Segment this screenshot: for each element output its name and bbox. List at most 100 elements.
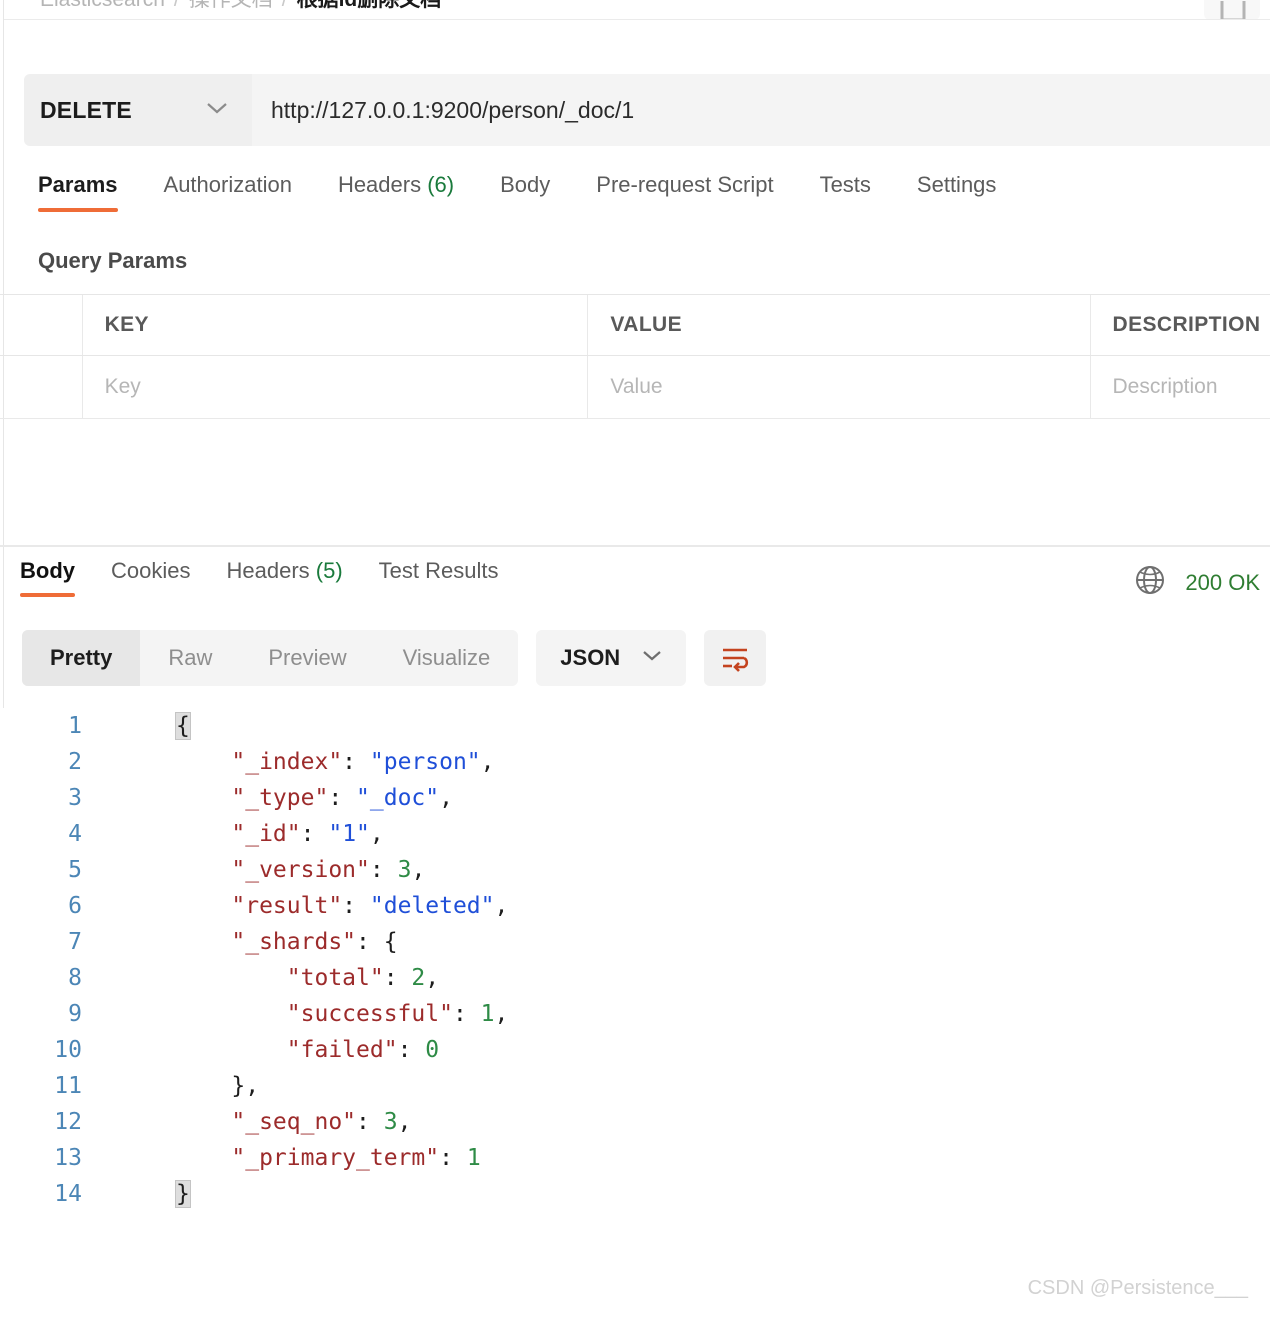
pane-divider[interactable]: [0, 545, 1270, 547]
code-text: "_primary_term": 1: [231, 1145, 481, 1171]
line-number: 7: [68, 929, 82, 955]
code-text: "result": "deleted",: [231, 893, 509, 919]
view-mode-preview[interactable]: Preview: [240, 630, 374, 686]
table-row[interactable]: Key Value Description: [0, 356, 1270, 418]
http-method-label: DELETE: [40, 96, 132, 123]
tab-pre-request-script[interactable]: Pre-request Script: [596, 172, 773, 212]
code-line: 8 "total": 2,: [0, 960, 508, 996]
code-text: },: [231, 1073, 260, 1099]
header-value: VALUE: [588, 295, 1091, 355]
line-number: 12: [54, 1109, 82, 1135]
breadcrumb-separator-1: /: [174, 0, 180, 11]
view-mode-pretty[interactable]: Pretty: [22, 630, 141, 686]
request-tab-bar: Params Authorization Headers (6) Body Pr…: [0, 172, 1270, 228]
http-method-select[interactable]: DELETE: [24, 74, 252, 146]
code-line: 3 "_type": "_doc",: [0, 780, 508, 816]
code-text: "_shards": {: [231, 929, 398, 955]
code-text: "total": 2,: [286, 965, 440, 991]
response-tab-headers[interactable]: Headers (5): [226, 558, 342, 597]
wrap-text-icon: [723, 648, 749, 672]
code-text: "_index": "person",: [231, 749, 495, 775]
line-number: 8: [68, 965, 82, 991]
line-number: 6: [68, 893, 82, 919]
code-text: "_type": "_doc",: [231, 785, 453, 811]
line-number: 10: [54, 1037, 82, 1063]
tab-tests[interactable]: Tests: [820, 172, 871, 212]
line-number: 3: [68, 785, 82, 811]
request-url-row: DELETE http://127.0.0.1:9200/person/_doc…: [24, 74, 1270, 146]
query-params-heading: Query Params: [38, 248, 188, 273]
tab-headers-label: Headers: [337, 172, 422, 197]
tab-tests-label: Tests: [819, 172, 871, 197]
row-description-input[interactable]: Description: [1091, 356, 1270, 418]
line-number: 11: [54, 1073, 82, 1099]
wrap-lines-button[interactable]: [704, 630, 767, 686]
code-text: "failed": 0: [286, 1037, 440, 1063]
code-line: 7 "_shards": {: [0, 924, 508, 960]
response-status-area: 200 OK: [1133, 563, 1270, 602]
code-line: 10 "failed": 0: [0, 1032, 508, 1068]
row-checkbox-cell[interactable]: [0, 356, 83, 418]
status-badge: 200 OK: [1185, 569, 1260, 595]
save-icon: [1220, 1, 1246, 19]
breadcrumb-separator-2: /: [282, 0, 288, 11]
row-key-input[interactable]: Key: [83, 356, 589, 418]
tab-settings-label: Settings: [916, 172, 997, 197]
breadcrumb-bar: Elasticsearch / 操作文档 / 根据id删除文档: [4, 0, 1270, 20]
chevron-down-icon: [204, 100, 230, 121]
response-format-label: JSON: [560, 645, 621, 670]
response-tab-headers-count: (5): [315, 558, 343, 583]
tab-body[interactable]: Body: [500, 172, 550, 212]
code-text: "_id": "1",: [231, 821, 384, 847]
tab-body-label: Body: [500, 172, 551, 197]
breadcrumb: Elasticsearch / 操作文档 / 根据id删除文档: [40, 0, 441, 14]
code-text: "_seq_no": 3,: [231, 1109, 412, 1135]
breadcrumb-folder[interactable]: 操作文档: [189, 0, 273, 11]
line-number: 2: [68, 749, 82, 775]
header-checkbox-cell: [0, 295, 83, 355]
line-number: 9: [68, 1001, 82, 1027]
tab-params-label: Params: [38, 172, 118, 197]
view-mode-visualize[interactable]: Visualize: [375, 630, 519, 686]
code-line: 9 "successful": 1,: [0, 996, 508, 1032]
request-url-input[interactable]: http://127.0.0.1:9200/person/_doc/1: [252, 74, 1270, 146]
response-tab-headers-label: Headers: [226, 558, 310, 583]
tab-authorization-label: Authorization: [163, 172, 292, 197]
code-text: "_version": 3,: [231, 857, 426, 883]
tab-headers-count: (6): [427, 172, 455, 197]
save-request-button[interactable]: [1204, 0, 1260, 19]
line-number: 5: [68, 857, 82, 883]
query-params-table: KEY VALUE DESCRIPTION Key Value Descript…: [0, 294, 1270, 419]
chevron-down-icon: [640, 648, 664, 668]
view-mode-raw[interactable]: Raw: [140, 630, 240, 686]
tab-settings[interactable]: Settings: [917, 172, 997, 212]
response-tab-test-results-label: Test Results: [378, 558, 499, 583]
code-line: 12 "_seq_no": 3,: [0, 1104, 508, 1140]
row-value-input[interactable]: Value: [588, 356, 1091, 418]
response-tab-test-results[interactable]: Test Results: [379, 558, 499, 597]
breadcrumb-root[interactable]: Elasticsearch: [40, 0, 165, 11]
watermark: CSDN @Persistence___: [1027, 1277, 1248, 1299]
tab-headers[interactable]: Headers (6): [338, 172, 454, 212]
response-tab-body[interactable]: Body: [20, 558, 75, 597]
line-number: 4: [68, 821, 82, 847]
response-tab-cookies[interactable]: Cookies: [111, 558, 190, 597]
response-view-mode-group: Pretty Raw Preview Visualize: [22, 630, 519, 686]
response-body-viewer[interactable]: 1{2 "_index": "person", 3 "_type": "_doc"…: [0, 708, 1270, 1318]
tab-pre-request-script-label: Pre-request Script: [596, 172, 774, 197]
code-line: 6 "result": "deleted",: [0, 888, 508, 924]
table-header-row: KEY VALUE DESCRIPTION: [0, 295, 1270, 356]
response-format-select[interactable]: JSON: [536, 630, 687, 686]
code-text: "successful": 1,: [286, 1001, 509, 1027]
response-tab-cookies-label: Cookies: [111, 558, 191, 583]
line-number: 13: [54, 1145, 82, 1171]
code-lines: 1{2 "_index": "person", 3 "_type": "_doc"…: [0, 708, 508, 1212]
tab-params[interactable]: Params: [38, 172, 118, 212]
header-description: DESCRIPTION: [1112, 313, 1261, 336]
code-line: 11 },: [0, 1068, 508, 1104]
tab-authorization[interactable]: Authorization: [164, 172, 292, 212]
code-line: 5 "_version": 3,: [0, 852, 508, 888]
breadcrumb-current: 根据id删除文档: [297, 0, 442, 11]
code-text: }: [175, 1180, 191, 1208]
line-number: 14: [54, 1181, 82, 1207]
